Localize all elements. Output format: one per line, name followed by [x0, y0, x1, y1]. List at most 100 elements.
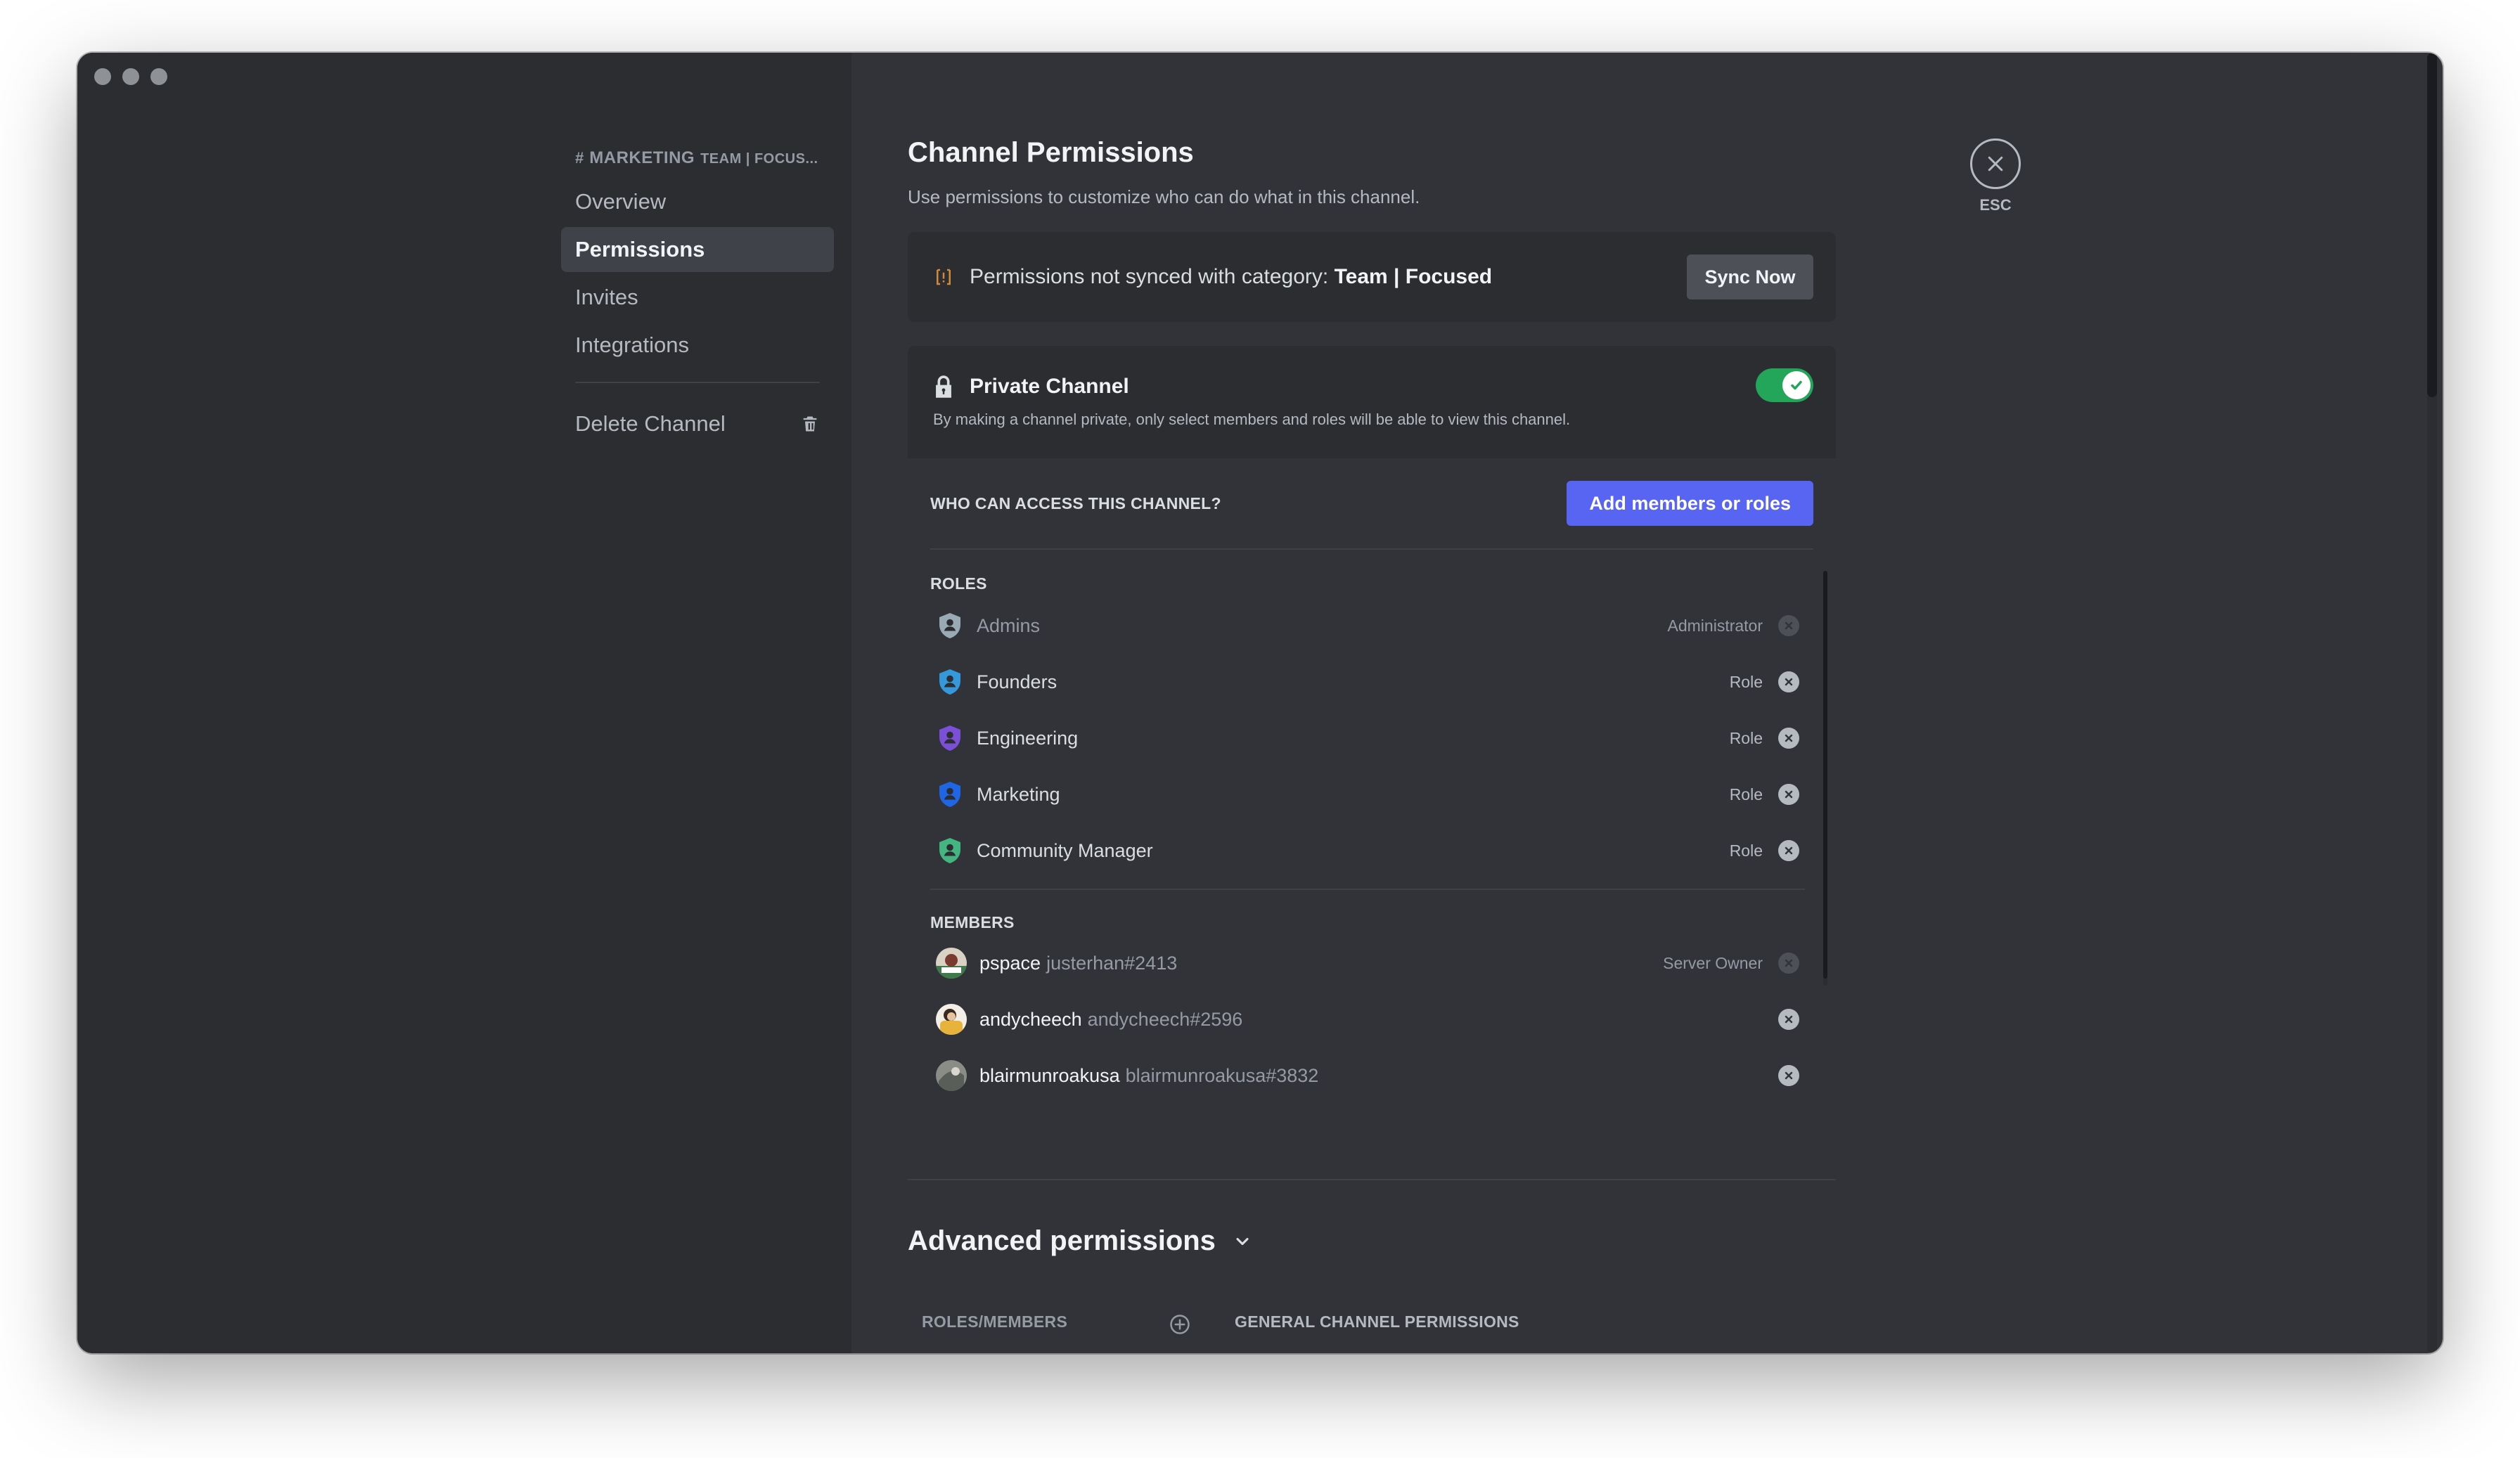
member-row: pspace justerhan#2413 Server Owner	[930, 935, 1805, 991]
access-section: WHO CAN ACCESS THIS CHANNEL? Add members…	[908, 458, 1836, 1105]
member-name: blairmunroakusa	[979, 1064, 1120, 1086]
window-minimize-dot[interactable]	[122, 68, 139, 85]
role-name: Community Manager	[977, 839, 1153, 861]
role-row: Marketing Role	[930, 766, 1805, 822]
role-row: Community Manager Role	[930, 822, 1805, 879]
remove-member-button	[1778, 953, 1799, 974]
sidebar-item-permissions[interactable]: Permissions	[561, 227, 834, 272]
settings-sidebar: # MARKETING TEAM | FOCUS... Overview Per…	[77, 53, 851, 1353]
access-heading: WHO CAN ACCESS THIS CHANNEL?	[930, 493, 1221, 512]
general-permissions-column: GENERAL CHANNEL PERMISSIONS	[1235, 1312, 1519, 1331]
role-name: Admins	[977, 614, 1041, 636]
member-tag: andycheech#2596	[1087, 1008, 1243, 1030]
role-name: Marketing	[977, 783, 1060, 805]
member-tag: blairmunroakusa#3832	[1125, 1064, 1319, 1086]
sidebar-item-overview[interactable]: Overview	[561, 179, 834, 224]
delete-channel-label: Delete Channel	[575, 411, 726, 436]
advanced-permissions-title: Advanced permissions	[908, 1225, 1216, 1256]
close-icon	[1785, 790, 1793, 799]
role-shield-icon	[936, 724, 964, 752]
trash-icon	[803, 416, 817, 432]
sidebar-item-integrations[interactable]: Integrations	[561, 323, 834, 368]
page-description: Use permissions to customize who can do …	[908, 186, 1420, 207]
remove-role-button[interactable]	[1778, 784, 1799, 805]
add-members-button[interactable]: Add members or roles	[1567, 481, 1813, 526]
sidebar-item-label: Integrations	[575, 333, 689, 357]
sidebar-channel-header: # MARKETING TEAM | FOCUS...	[561, 137, 834, 179]
role-shield-icon	[936, 612, 964, 640]
member-avatar	[936, 1060, 967, 1091]
remove-role-button[interactable]	[1778, 671, 1799, 692]
close-icon	[1785, 621, 1793, 630]
role-name: Engineering	[977, 727, 1079, 749]
roles-heading: ROLES	[930, 574, 987, 593]
close-icon	[1785, 959, 1793, 967]
role-shield-icon	[936, 837, 964, 865]
close-icon	[1785, 678, 1793, 686]
close-icon	[1988, 156, 2003, 172]
member-avatar	[936, 948, 967, 979]
member-name: pspace	[979, 952, 1041, 974]
close-icon	[1785, 734, 1793, 742]
sync-notice: Permissions not synced with category: Te…	[908, 232, 1836, 322]
member-name: andycheech	[979, 1008, 1082, 1030]
role-shield-icon	[936, 780, 964, 808]
remove-role-button[interactable]	[1778, 728, 1799, 749]
members-heading: MEMBERS	[930, 913, 1015, 931]
close-icon	[1785, 1015, 1793, 1024]
member-avatar	[936, 1004, 967, 1035]
page-title: Channel Permissions	[908, 137, 1194, 168]
close-icon	[1785, 1071, 1793, 1080]
settings-main: Channel Permissions Use permissions to c…	[851, 53, 2443, 1353]
sidebar-divider	[575, 382, 820, 383]
close-icon	[1785, 846, 1793, 855]
sidebar-item-label: Permissions	[575, 237, 705, 262]
add-role-icon[interactable]	[1169, 1314, 1190, 1335]
advanced-columns: ROLES/MEMBERS GENERAL CHANNEL PERMISSION…	[908, 1312, 1836, 1341]
channel-category: TEAM | FOCUS...	[700, 151, 818, 167]
window-close-dot[interactable]	[94, 68, 111, 85]
advanced-divider	[908, 1179, 1836, 1180]
role-type: Role	[1729, 841, 1763, 860]
private-channel-toggle[interactable]	[1756, 368, 1813, 402]
advanced-permissions-toggle[interactable]: Advanced permissions	[908, 1225, 1252, 1257]
remove-role-button	[1778, 615, 1799, 636]
remove-member-button[interactable]	[1778, 1009, 1799, 1030]
sidebar-item-invites[interactable]: Invites	[561, 275, 834, 320]
lock-icon	[936, 375, 951, 398]
sync-message-prefix: Permissions not synced with category:	[970, 265, 1335, 288]
sync-warning-icon	[937, 269, 951, 285]
settings-window: # MARKETING TEAM | FOCUS... Overview Per…	[77, 53, 2443, 1353]
remove-role-button[interactable]	[1778, 840, 1799, 861]
remove-member-button[interactable]	[1778, 1065, 1799, 1086]
role-row: Engineering Role	[930, 710, 1805, 766]
private-channel-subtitle: By making a channel private, only select…	[933, 411, 1571, 428]
role-type: Role	[1729, 785, 1763, 804]
role-row: Founders Role	[930, 654, 1805, 710]
role-name: Founders	[977, 671, 1058, 692]
role-shield-icon	[936, 668, 964, 696]
list-divider	[930, 889, 1805, 890]
access-list-scroll-thumb[interactable]	[1823, 571, 1827, 979]
delete-channel-button[interactable]: Delete Channel	[561, 401, 834, 446]
role-row: Admins Administrator	[930, 598, 1805, 654]
access-list[interactable]: ROLES Admins Administrator Founders Role Eng…	[930, 571, 1827, 1104]
member-tag: justerhan#2413	[1046, 952, 1178, 974]
main-scroll-thumb[interactable]	[2427, 53, 2437, 397]
sync-now-button[interactable]: Sync Now	[1687, 254, 1813, 299]
member-row: blairmunroakusa blairmunroakusa#3832	[930, 1047, 1805, 1104]
roles-members-column: ROLES/MEMBERS	[922, 1312, 1068, 1331]
close-settings-button[interactable]: ESC	[1969, 138, 2022, 214]
private-channel-card: Private Channel By making a channel priv…	[908, 346, 1836, 1105]
private-channel-title: Private Channel	[970, 375, 1129, 398]
window-controls	[94, 68, 167, 85]
esc-label: ESC	[1979, 196, 2012, 214]
sidebar-item-label: Invites	[575, 285, 638, 309]
window-maximize-dot[interactable]	[150, 68, 167, 85]
sync-category-name: Team | Focused	[1334, 265, 1493, 288]
role-type: Role	[1729, 672, 1763, 691]
member-type: Server Owner	[1663, 953, 1763, 972]
chevron-down-icon	[1236, 1237, 1249, 1245]
sync-message: Permissions not synced with category: Te…	[970, 265, 1492, 289]
member-row: andycheech andycheech#2596	[930, 991, 1805, 1047]
